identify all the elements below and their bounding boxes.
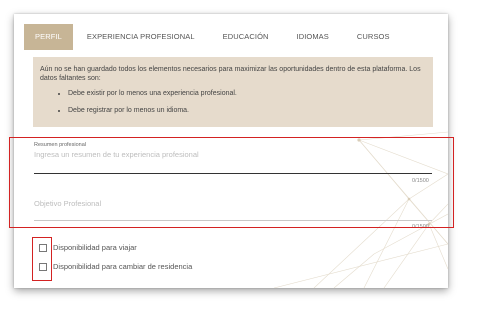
objetivo-input[interactable]: Objetivo Profesional	[34, 199, 101, 208]
notice-item: Debe registrar por lo menos un idioma.	[68, 106, 426, 115]
checkbox-residencia-label[interactable]: Disponibilidad para cambiar de residenci…	[53, 262, 192, 271]
profile-tabs: Perfil Experiencia Profesional Educación…	[24, 24, 408, 50]
profile-card: Perfil Experiencia Profesional Educación…	[14, 14, 448, 288]
notice-text: Aún no se han guardado todos los element…	[40, 66, 421, 82]
tab-idiomas[interactable]: Idiomas	[287, 24, 339, 50]
checkbox-residencia[interactable]	[39, 262, 47, 271]
resumen-label: Resumen profesional	[34, 142, 86, 148]
checkbox-viajar-label[interactable]: Disponibilidad para viajar	[53, 243, 137, 252]
checkbox-viajar[interactable]	[39, 243, 47, 252]
missing-data-notice: Aún no se han guardado todos los element…	[33, 57, 433, 127]
resumen-counter: 0/1500	[412, 178, 429, 184]
tab-perfil[interactable]: Perfil	[24, 24, 73, 50]
objetivo-underline	[34, 220, 432, 221]
resumen-underline	[34, 173, 432, 174]
checkbox-row-viajar: Disponibilidad para viajar	[39, 243, 137, 252]
checkbox-row-residencia: Disponibilidad para cambiar de residenci…	[39, 262, 192, 271]
tab-experiencia-profesional[interactable]: Experiencia Profesional	[77, 24, 205, 50]
notice-list: Debe existir por lo menos una experienci…	[40, 89, 426, 115]
tab-cursos[interactable]: Cursos	[347, 24, 400, 50]
objetivo-counter: 0/1500	[412, 224, 429, 230]
tab-educacion[interactable]: Educación	[213, 24, 279, 50]
notice-item: Debe existir por lo menos una experienci…	[68, 89, 426, 98]
resumen-input[interactable]: Ingresa un resumen de tu experiencia pro…	[34, 150, 199, 159]
